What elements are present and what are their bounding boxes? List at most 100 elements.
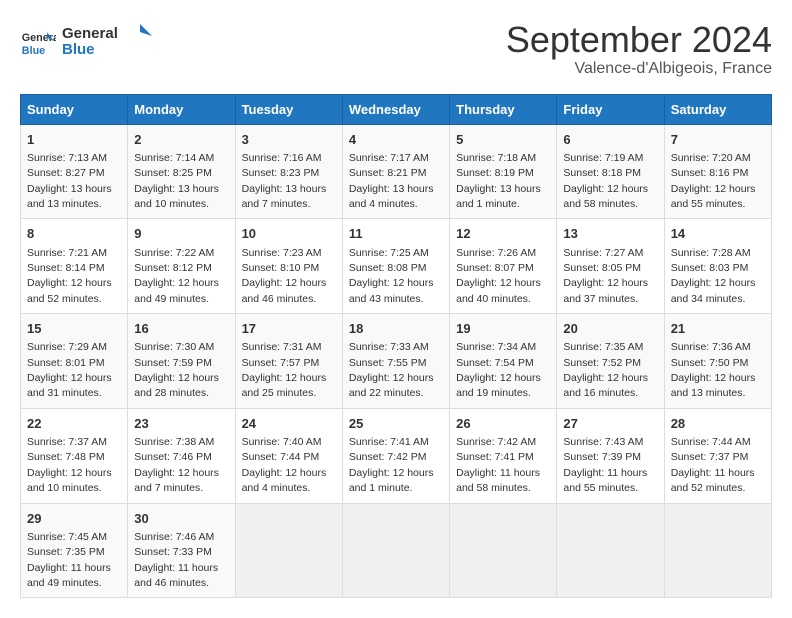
- sunset-text: Sunset: 7:52 PM: [563, 357, 641, 369]
- daylight-text: Daylight: 12 hours and 31 minutes.: [27, 372, 112, 399]
- day-number: 30: [134, 510, 228, 528]
- sunset-text: Sunset: 7:44 PM: [242, 451, 320, 463]
- sunrise-text: Sunrise: 7:21 AM: [27, 247, 107, 259]
- day-number: 21: [671, 320, 765, 338]
- calendar-day-cell: 28Sunrise: 7:44 AMSunset: 7:37 PMDayligh…: [664, 408, 771, 503]
- day-number: 1: [27, 131, 121, 149]
- empty-cell: [557, 503, 664, 598]
- svg-text:General: General: [62, 25, 118, 42]
- sunrise-text: Sunrise: 7:19 AM: [563, 152, 643, 164]
- day-number: 12: [456, 225, 550, 243]
- daylight-text: Daylight: 11 hours and 49 minutes.: [27, 562, 111, 589]
- calendar-day-cell: 14Sunrise: 7:28 AMSunset: 8:03 PMDayligh…: [664, 219, 771, 314]
- month-title: September 2024: [506, 20, 772, 60]
- sunset-text: Sunset: 8:27 PM: [27, 167, 105, 179]
- sunrise-text: Sunrise: 7:37 AM: [27, 436, 107, 448]
- calendar-day-cell: 19Sunrise: 7:34 AMSunset: 7:54 PMDayligh…: [450, 314, 557, 409]
- day-number: 15: [27, 320, 121, 338]
- calendar-day-cell: 2Sunrise: 7:14 AMSunset: 8:25 PMDaylight…: [128, 124, 235, 219]
- sunset-text: Sunset: 7:59 PM: [134, 357, 212, 369]
- sunset-text: Sunset: 8:03 PM: [671, 262, 749, 274]
- col-monday: Monday: [128, 94, 235, 124]
- sunset-text: Sunset: 8:10 PM: [242, 262, 320, 274]
- calendar-day-cell: 29Sunrise: 7:45 AMSunset: 7:35 PMDayligh…: [21, 503, 128, 598]
- sunrise-text: Sunrise: 7:41 AM: [349, 436, 429, 448]
- day-number: 23: [134, 415, 228, 433]
- sunset-text: Sunset: 7:39 PM: [563, 451, 641, 463]
- sunset-text: Sunset: 8:08 PM: [349, 262, 427, 274]
- sunset-text: Sunset: 8:07 PM: [456, 262, 534, 274]
- day-number: 3: [242, 131, 336, 149]
- calendar-day-cell: 23Sunrise: 7:38 AMSunset: 7:46 PMDayligh…: [128, 408, 235, 503]
- empty-cell: [664, 503, 771, 598]
- sunset-text: Sunset: 8:23 PM: [242, 167, 320, 179]
- sunrise-text: Sunrise: 7:26 AM: [456, 247, 536, 259]
- day-number: 5: [456, 131, 550, 149]
- sunrise-text: Sunrise: 7:40 AM: [242, 436, 322, 448]
- calendar-day-cell: 25Sunrise: 7:41 AMSunset: 7:42 PMDayligh…: [342, 408, 449, 503]
- daylight-text: Daylight: 12 hours and 13 minutes.: [671, 372, 756, 399]
- day-number: 10: [242, 225, 336, 243]
- sunrise-text: Sunrise: 7:16 AM: [242, 152, 322, 164]
- calendar-day-cell: 10Sunrise: 7:23 AMSunset: 8:10 PMDayligh…: [235, 219, 342, 314]
- sunset-text: Sunset: 7:41 PM: [456, 451, 534, 463]
- calendar-day-cell: 12Sunrise: 7:26 AMSunset: 8:07 PMDayligh…: [450, 219, 557, 314]
- day-number: 13: [563, 225, 657, 243]
- sunrise-text: Sunrise: 7:23 AM: [242, 247, 322, 259]
- sunrise-text: Sunrise: 7:31 AM: [242, 341, 322, 353]
- calendar-body: 1 Sunrise: 7:13 AM Sunset: 8:27 PM Daylight…: [21, 124, 772, 598]
- daylight-text: Daylight: 13 hours and 13 minutes.: [27, 183, 112, 210]
- calendar-day-cell: 21Sunrise: 7:36 AMSunset: 7:50 PMDayligh…: [664, 314, 771, 409]
- title-block: September 2024 Valence-d'Albigeois, Fran…: [506, 20, 772, 78]
- day-number: 27: [563, 415, 657, 433]
- calendar-day-cell: 27Sunrise: 7:43 AMSunset: 7:39 PMDayligh…: [557, 408, 664, 503]
- day-number: 11: [349, 225, 443, 243]
- sunrise-text: Sunrise: 7:45 AM: [27, 531, 107, 543]
- calendar-day-cell: 7 Sunrise: 7:20 AM Sunset: 8:16 PM Daylight…: [664, 124, 771, 219]
- sunrise-text: Sunrise: 7:34 AM: [456, 341, 536, 353]
- sunset-text: Sunset: 7:54 PM: [456, 357, 534, 369]
- sunrise-text: Sunrise: 7:20 AM: [671, 152, 751, 164]
- calendar-day-cell: 5Sunrise: 7:18 AMSunset: 8:19 PMDaylight…: [450, 124, 557, 219]
- day-number: 4: [349, 131, 443, 149]
- daylight-text: Daylight: 12 hours and 16 minutes.: [563, 372, 648, 399]
- calendar-day-cell: 15Sunrise: 7:29 AMSunset: 8:01 PMDayligh…: [21, 314, 128, 409]
- daylight-text: Daylight: 12 hours and 55 minutes.: [671, 183, 756, 210]
- day-number: 25: [349, 415, 443, 433]
- daylight-text: Daylight: 11 hours and 46 minutes.: [134, 562, 218, 589]
- calendar-header-row: Sunday Monday Tuesday Wednesday Thursday…: [21, 94, 772, 124]
- calendar-day-cell: 11Sunrise: 7:25 AMSunset: 8:08 PMDayligh…: [342, 219, 449, 314]
- daylight-text: Daylight: 11 hours and 58 minutes.: [456, 467, 540, 494]
- location-title: Valence-d'Albigeois, France: [506, 60, 772, 78]
- daylight-text: Daylight: 12 hours and 7 minutes.: [134, 467, 219, 494]
- sunrise-text: Sunrise: 7:14 AM: [134, 152, 214, 164]
- daylight-text: Daylight: 13 hours and 1 minute.: [456, 183, 541, 210]
- sunrise-text: Sunrise: 7:13 AM: [27, 152, 107, 164]
- calendar-day-cell: 3Sunrise: 7:16 AMSunset: 8:23 PMDaylight…: [235, 124, 342, 219]
- sunset-text: Sunset: 8:21 PM: [349, 167, 427, 179]
- daylight-text: Daylight: 13 hours and 4 minutes.: [349, 183, 434, 210]
- calendar-day-cell: 1 Sunrise: 7:13 AM Sunset: 8:27 PM Daylight…: [21, 124, 128, 219]
- day-number: 28: [671, 415, 765, 433]
- logo-icon: General Blue: [20, 25, 56, 61]
- calendar-day-cell: 22 Sunrise: 7:37 AM Sunset: 7:48 PM Dayligh…: [21, 408, 128, 503]
- general-blue-logo: General Blue: [62, 20, 152, 60]
- calendar-day-cell: 6Sunrise: 7:19 AMSunset: 8:18 PMDaylight…: [557, 124, 664, 219]
- sunrise-text: Sunrise: 7:29 AM: [27, 341, 107, 353]
- sunrise-text: Sunrise: 7:27 AM: [563, 247, 643, 259]
- sunrise-text: Sunrise: 7:22 AM: [134, 247, 214, 259]
- empty-cell: [235, 503, 342, 598]
- logo: General Blue General Blue: [20, 20, 152, 65]
- day-number: 22: [27, 415, 121, 433]
- daylight-text: Daylight: 12 hours and 1 minute.: [349, 467, 434, 494]
- daylight-text: Daylight: 12 hours and 10 minutes.: [27, 467, 112, 494]
- day-number: 7: [671, 131, 765, 149]
- sunset-text: Sunset: 7:48 PM: [27, 451, 105, 463]
- col-sunday: Sunday: [21, 94, 128, 124]
- sunset-text: Sunset: 7:37 PM: [671, 451, 749, 463]
- day-number: 17: [242, 320, 336, 338]
- empty-cell: [342, 503, 449, 598]
- svg-text:Blue: Blue: [22, 44, 45, 56]
- sunset-text: Sunset: 7:33 PM: [134, 546, 212, 558]
- sunset-text: Sunset: 8:16 PM: [671, 167, 749, 179]
